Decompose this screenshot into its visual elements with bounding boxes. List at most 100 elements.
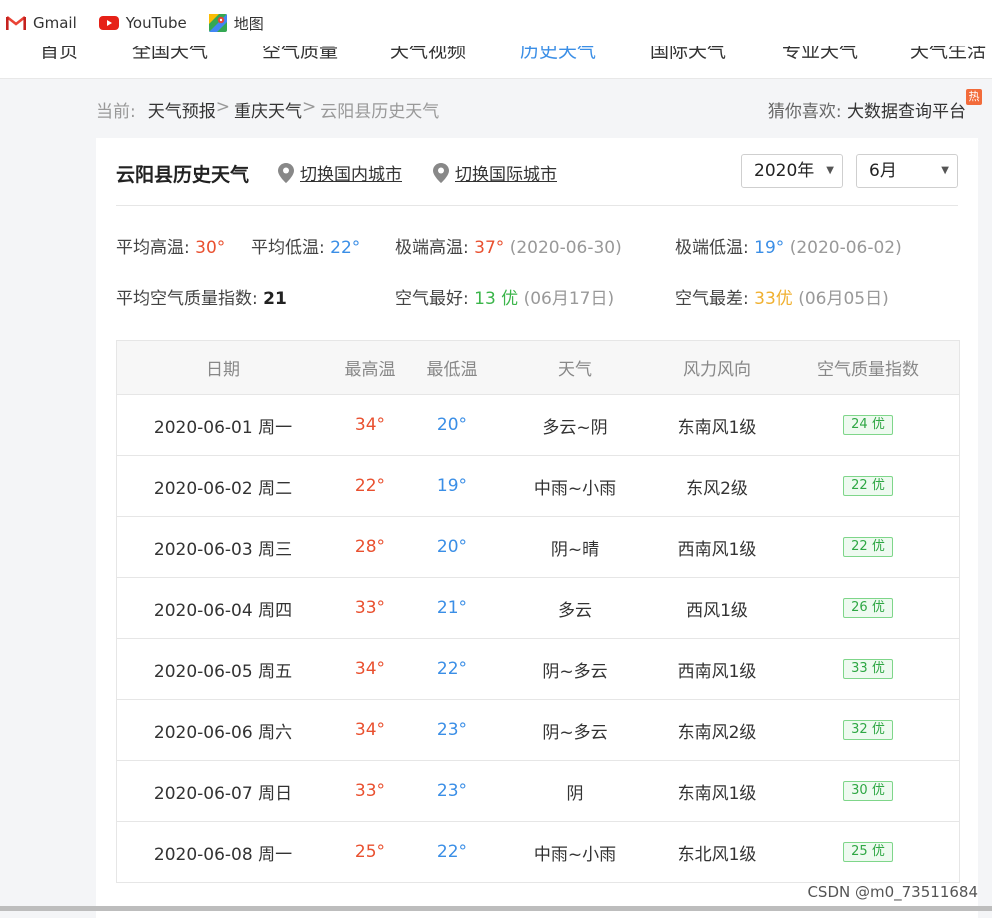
history-card: 云阳县历史天气 切换国内城市 切换国际城市 2020年 ▼ 6月 ▼ 平均高温:… [96,138,978,918]
location-pin-icon [278,162,294,183]
wind-cell: 东南风2级 [677,722,757,743]
high-temp-cell: 25° [354,842,386,862]
date-cell: 2020-06-01 周一 [153,417,293,438]
min-low-value: 19° [754,238,785,258]
column-header-high: 最高温 [344,360,396,380]
date-cell: 2020-06-07 周日 [153,783,293,804]
best-air-label: 空气最好: [395,289,469,309]
aqi-badge: 32 优 [843,720,893,740]
weather-cell: 多云~阴 [542,417,608,438]
guess-label: 猜你喜欢: [767,102,842,122]
high-temp-cell: 33° [354,598,386,618]
aqi-cell: 22 优 [777,517,959,577]
guess-you-like: 猜你喜欢: 大数据查询平台 热 [767,89,982,122]
table-row: 2020-06-05 周五 34° 22° 阴~多云 西南风1级 33 优 [117,639,959,700]
table-row: 2020-06-01 周一 34° 20° 多云~阴 东南风1级 24 优 [117,395,959,456]
low-temp-cell: 22° [436,659,468,679]
high-temp-cell: 34° [354,415,386,435]
weather-cell: 中雨~小雨 [533,844,617,865]
card-header: 云阳县历史天气 切换国内城市 切换国际城市 2020年 ▼ 6月 ▼ [116,138,958,206]
avg-aqi-label: 平均空气质量指数: [116,289,258,309]
maps-icon [208,14,227,32]
aqi-badge: 22 优 [843,537,893,557]
table-row: 2020-06-08 周一 25° 22° 中雨~小雨 东北风1级 25 优 [117,822,959,883]
high-temp-cell: 28° [354,537,386,557]
best-air-date: (06月17日) [523,289,615,309]
aqi-cell: 22 优 [777,456,959,516]
gmail-icon [6,15,26,30]
max-high-label: 极端高温: [395,238,469,258]
breadcrumb-separator: > [301,97,317,117]
table-row: 2020-06-07 周日 33° 23° 阴 东南风1级 30 优 [117,761,959,822]
aqi-cell: 32 优 [777,700,959,760]
column-header-wind: 风力风向 [683,360,751,380]
low-temp-cell: 23° [436,781,468,801]
worst-air-value: 33优 [754,289,793,309]
breadcrumb-separator: > [215,97,230,117]
wind-cell: 东南风1级 [677,783,757,804]
bookmark-maps[interactable]: 地图 [208,13,264,34]
month-select[interactable]: 6月 ▼ [856,154,958,188]
max-high-date: (2020-06-30) [509,238,622,258]
column-header-low: 最低温 [426,360,478,380]
youtube-icon [98,16,119,30]
big-data-link[interactable]: 大数据查询平台 [847,102,966,122]
min-low-stat: 极端低温: 19° (2020-06-02) [675,233,902,258]
avg-low-stat: 平均低温: 22° [251,233,360,258]
bookmark-label: Gmail [33,14,77,32]
high-temp-cell: 33° [354,781,386,801]
month-select-value: 6月 [869,161,897,181]
avg-high-label: 平均高温: [116,238,190,258]
breadcrumb-link-forecast[interactable]: 天气预报 [148,97,216,122]
date-cell: 2020-06-02 周二 [153,478,293,499]
high-temp-cell: 34° [354,659,386,679]
wind-cell: 西风1级 [686,600,748,621]
column-header-aqi: 空气质量指数 [817,360,919,380]
avg-aqi-stat: 平均空气质量指数: 21 [116,284,287,309]
aqi-badge: 24 优 [843,415,893,435]
low-temp-cell: 20° [436,537,468,557]
avg-high-stat: 平均高温: 30° [116,233,225,258]
max-high-stat: 极端高温: 37° (2020-06-30) [395,233,622,258]
table-row: 2020-06-04 周四 33° 21° 多云 西风1级 26 优 [117,578,959,639]
year-select[interactable]: 2020年 ▼ [741,154,843,188]
bookmark-youtube[interactable]: YouTube [98,14,187,32]
worst-air-label: 空气最差: [675,289,749,309]
low-temp-cell: 20° [436,415,468,435]
best-air-value: 13 优 [474,289,519,309]
bookmark-gmail[interactable]: Gmail [6,14,77,32]
aqi-cell: 33 优 [777,639,959,699]
breadcrumb-current: 云阳县历史天气 [320,102,440,122]
date-cell: 2020-06-06 周六 [153,722,293,743]
horizontal-scrollbar[interactable] [0,906,992,911]
min-low-label: 极端低温: [675,238,749,258]
aqi-cell: 30 优 [777,761,959,821]
column-header-date: 日期 [206,360,240,380]
wind-cell: 东风2级 [686,478,748,499]
bookmark-label: YouTube [125,14,187,32]
best-air-stat: 空气最好: 13 优 (06月17日) [395,284,614,309]
switch-domestic-label: 切换国内城市 [300,165,402,185]
breadcrumb: 当前: 天气预报 > 重庆天气 > 云阳县历史天气 [96,97,439,122]
switch-domestic-link[interactable]: 切换国内城市 [278,160,402,185]
breadcrumb-link-chongqing[interactable]: 重庆天气 [234,97,302,122]
aqi-badge: 30 优 [843,781,893,801]
wind-cell: 西南风1级 [677,539,757,560]
date-cell: 2020-06-04 周四 [153,600,293,621]
table-header: 日期 最高温 最低温 天气 风力风向 空气质量指数 [117,341,959,395]
page-title: 云阳县历史天气 [116,164,250,186]
aqi-cell: 24 优 [777,395,959,455]
weather-cell: 阴~多云 [542,722,608,743]
aqi-cell: 26 优 [777,578,959,638]
switch-international-label: 切换国际城市 [455,165,557,185]
switch-international-link[interactable]: 切换国际城市 [433,160,557,185]
low-temp-cell: 21° [436,598,468,618]
avg-low-label: 平均低温: [251,238,325,258]
aqi-badge: 33 优 [843,659,893,679]
date-cell: 2020-06-05 周五 [153,661,293,682]
high-temp-cell: 22° [354,476,386,496]
wind-cell: 东南风1级 [677,417,757,438]
high-temp-cell: 34° [354,720,386,740]
max-high-value: 37° [474,238,505,258]
table-row: 2020-06-03 周三 28° 20° 阴~晴 西南风1级 22 优 [117,517,959,578]
